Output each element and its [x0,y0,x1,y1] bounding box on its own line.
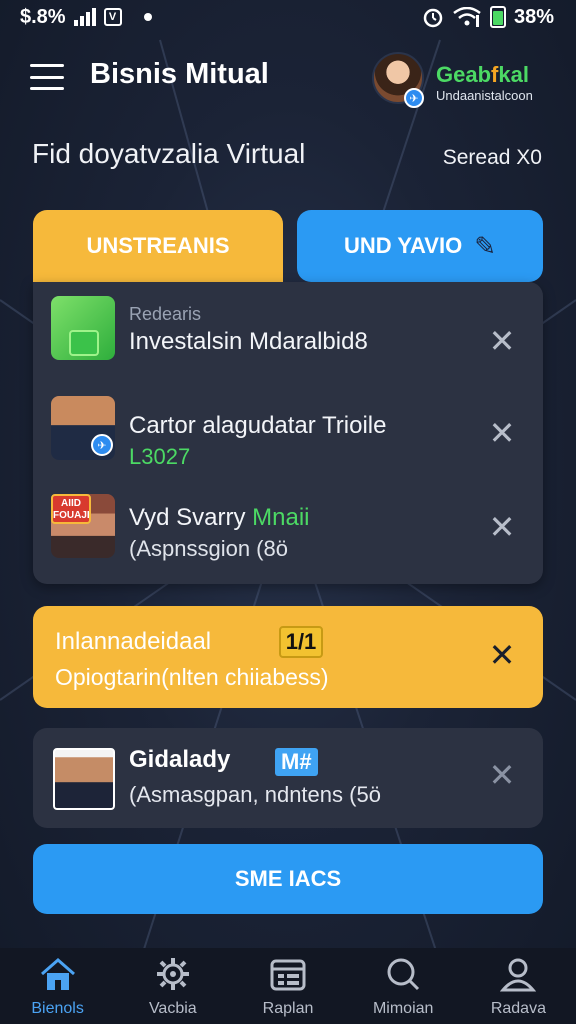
close-icon[interactable]: ✕ [487,511,517,543]
verified-icon: ✈ [404,88,424,108]
close-icon[interactable]: ✕ [487,759,517,791]
user-name[interactable]: Geabfkal [436,62,529,88]
contact-title: Gidalady [129,746,231,773]
gear-icon [156,958,189,990]
status-left-text: $.8% [20,5,66,28]
bottom-nav: Bienols Vacbia Raplan Mimoian Radava [0,948,576,1024]
list-item[interactable]: AIID FOUAJI Vyd Svarry Mnaii (Aspnssgion… [33,480,543,570]
list-item-label: Redearis [129,304,202,324]
verified-icon: ✈ [91,434,113,456]
list-item-title: Vyd Svarry Mnaii [129,504,310,531]
user-subtitle: Undaanistalcoon [436,88,533,103]
list-card: Redearis Investalsin Mdaralbid8 ✕ ✈ Cart… [33,282,543,584]
list-item-sub: (Aspnssgion (8ö [129,536,288,561]
dot-icon [143,13,152,21]
app-title: Bisnis Mitual [90,58,269,90]
section-title: Fid doyatvzalia Virtual [32,138,306,169]
cash-icon [69,330,99,356]
label-tag: AIID FOUAJI [51,494,91,524]
battery-icon [489,6,506,28]
nav-label: Raplan [262,1000,314,1017]
highlight-card[interactable]: Inlannadeidaal 1/1 Opiogtarin(nlten chii… [33,606,543,708]
nav-item-plan[interactable]: Raplan [230,948,345,1024]
list-item-title: Cartor alagudatar Trioile [129,412,387,439]
nav-label: Mimoian [372,1000,434,1017]
edit-icon: ✎ [474,230,496,261]
tab-unstreanis[interactable]: UNSTREANIS [33,210,283,282]
calendar-icon [270,959,306,991]
list-item-value: L3027 [129,444,191,469]
nav-item-home[interactable]: Bienols [0,948,115,1024]
nav-label: Radava [490,1000,546,1017]
nav-item-settings[interactable]: Vacbia [115,948,230,1024]
search-icon [387,958,420,991]
nav-label: Vacbia [148,1000,197,1017]
highlight-badge: 1/1 [279,626,323,658]
tab-und-yavio[interactable]: UND YAVIO ✎ [297,210,543,282]
signal-icon [73,8,96,26]
close-icon[interactable]: ✕ [487,639,517,671]
contact-sub: (Asmasgpan, ndntens (5ö [129,782,381,807]
nav-item-profile[interactable]: Radava [461,948,576,1024]
nav-item-search[interactable]: Mimoian [346,948,461,1024]
status-bar: $.8% V 38% [0,0,576,34]
list-item[interactable]: ✈ Cartor alagudatar Trioile L3027 ✕ [33,382,543,472]
list-item[interactable]: Redearis Investalsin Mdaralbid8 ✕ [33,282,543,372]
menu-icon[interactable] [30,64,64,90]
alarm-icon [423,8,443,28]
notification-icon: V [103,8,122,26]
primary-button[interactable]: SME IACS [33,844,543,914]
profile-photo [53,748,115,810]
app-header: Bisnis Mitual ✈ Geabfkal Undaanistalcoon [0,44,576,114]
tab-label: UNSTREANIS [86,233,230,258]
contact-badge: M# [275,748,318,776]
close-icon[interactable]: ✕ [487,417,517,449]
wifi-icon [453,7,481,27]
nav-label: Bienols [31,1000,84,1017]
profile-icon [500,958,537,992]
tab-label: UND YAVIO [344,233,463,258]
home-icon [40,958,75,990]
contact-card[interactable]: Gidalady M# (Asmasgpan, ndntens (5ö ✕ [33,728,543,828]
highlight-sub: Opiogtarin(nlten chiiabess) [55,664,329,690]
close-icon[interactable]: ✕ [487,325,517,357]
battery-level: 38% [513,5,554,28]
section-meta[interactable]: Seread X0 [443,146,542,170]
list-item-title: Investalsin Mdaralbid8 [129,328,368,355]
highlight-title: Inlannadeidaal [55,628,212,655]
